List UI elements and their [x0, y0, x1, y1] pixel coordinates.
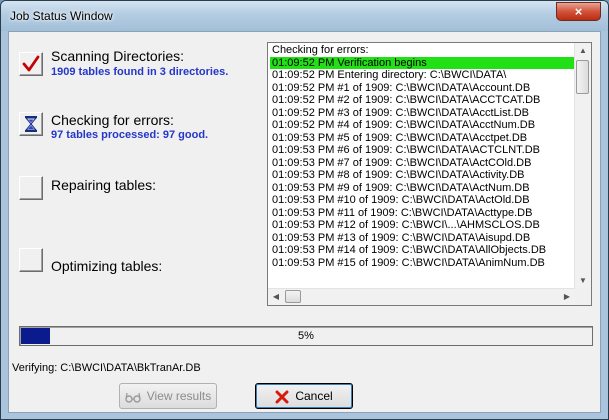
- scroll-right-icon[interactable]: ▶: [559, 289, 575, 305]
- step-optimizing-status-box: [19, 248, 43, 272]
- scrollbar-corner: [575, 289, 591, 305]
- step-repairing-label: Repairing tables:: [51, 177, 157, 193]
- scroll-down-icon[interactable]: ▼: [575, 273, 591, 289]
- step-scanning-status-box: [19, 52, 43, 76]
- log-row[interactable]: 01:09:53 PM #14 of 1909: C:\BWCI\DATA\Al…: [270, 244, 575, 257]
- log-row[interactable]: 01:09:53 PM #5 of 1909: C:\BWCI\DATA\Acc…: [270, 132, 575, 145]
- close-button[interactable]: ×: [556, 2, 601, 21]
- step-optimizing-label: Optimizing tables:: [51, 258, 163, 274]
- cancel-label: Cancel: [295, 389, 333, 403]
- log-row[interactable]: 01:09:53 PM #7 of 1909: C:\BWCI\DATA\Act…: [270, 157, 575, 170]
- scroll-up-icon[interactable]: ▲: [575, 43, 591, 59]
- log-row[interactable]: 01:09:53 PM #15 of 1909: C:\BWCI\DATA\An…: [270, 257, 575, 270]
- log-rows: Checking for errors: 01:09:52 PM Verifica…: [270, 44, 575, 269]
- log-row[interactable]: 01:09:53 PM #11 of 1909: C:\BWCI\DATA\Ac…: [270, 207, 575, 220]
- log-row[interactable]: 01:09:53 PM #9 of 1909: C:\BWCI\DATA\Act…: [270, 182, 575, 195]
- eyeglasses-icon: [125, 392, 141, 403]
- title-bar[interactable]: Job Status Window ×: [1, 1, 608, 31]
- log-row[interactable]: 01:09:53 PM #12 of 1909: C:\BWCI\...\AHM…: [270, 219, 575, 232]
- verifying-status-text: Verifying: C:\BWCI\DATA\BkTranAr.DB: [12, 362, 201, 374]
- red-x-icon: [275, 390, 289, 404]
- log-row[interactable]: 01:09:52 PM #4 of 1909: C:\BWCI\DATA\Acc…: [270, 119, 575, 132]
- horizontal-scroll-thumb[interactable]: [285, 290, 301, 303]
- log-row[interactable]: Checking for errors:: [270, 44, 575, 57]
- log-row[interactable]: 01:09:52 PM Entering directory: C:\BWCI\…: [270, 69, 575, 82]
- step-checking-label: Checking for errors:: [51, 112, 174, 128]
- log-row[interactable]: 01:09:53 PM #6 of 1909: C:\BWCI\DATA\ACT…: [270, 144, 575, 157]
- window-title: Job Status Window: [10, 9, 113, 23]
- log-listbox[interactable]: Checking for errors: 01:09:52 PM Verifica…: [267, 42, 592, 306]
- log-row[interactable]: 01:09:53 PM #13 of 1909: C:\BWCI\DATA\Ai…: [270, 232, 575, 245]
- job-status-window: Job Status Window × Scanning Directories…: [0, 0, 609, 420]
- log-row[interactable]: 01:09:52 PM #3 of 1909: C:\BWCI\DATA\Acc…: [270, 107, 575, 120]
- progress-percent: 5%: [298, 330, 314, 342]
- step-repairing-status-box: [19, 176, 43, 200]
- step-scanning-detail: 1909 tables found in 3 directories.: [51, 66, 229, 78]
- log-row[interactable]: 01:09:52 PM #1 of 1909: C:\BWCI\DATA\Acc…: [270, 82, 575, 95]
- dialog-body: Scanning Directories: 1909 tables found …: [8, 31, 601, 413]
- progress-bar: 5%: [19, 326, 593, 346]
- view-results-button[interactable]: View results: [119, 383, 217, 409]
- log-row[interactable]: 01:09:53 PM #8 of 1909: C:\BWCI\DATA\Act…: [270, 169, 575, 182]
- step-checking-detail: 97 tables processed: 97 good.: [51, 129, 209, 141]
- hourglass-icon: [24, 116, 38, 132]
- cancel-button[interactable]: Cancel: [255, 383, 353, 409]
- step-scanning-label: Scanning Directories:: [51, 48, 185, 64]
- log-row[interactable]: 01:09:52 PM #2 of 1909: C:\BWCI\DATA\ACC…: [270, 94, 575, 107]
- view-results-label: View results: [146, 389, 212, 403]
- step-checking-status-box: [19, 112, 43, 136]
- vertical-scrollbar[interactable]: ▲ ▼: [574, 43, 591, 289]
- log-row[interactable]: 01:09:53 PM #10 of 1909: C:\BWCI\DATA\Ac…: [270, 194, 575, 207]
- checkmark-icon: [22, 55, 40, 72]
- log-row[interactable]: 01:09:52 PM Verification begins: [270, 56, 575, 69]
- vertical-scroll-thumb[interactable]: [576, 60, 589, 94]
- horizontal-scrollbar[interactable]: ◀ ▶: [268, 288, 575, 305]
- scroll-left-icon[interactable]: ◀: [268, 289, 284, 305]
